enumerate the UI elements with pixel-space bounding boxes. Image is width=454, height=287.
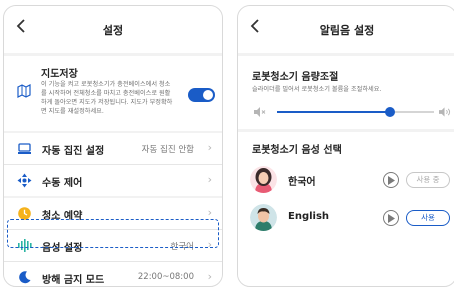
settings-item-value: 22:00~08:00 — [137, 272, 194, 282]
chevron-right-icon: › — [207, 206, 212, 219]
sound-settings-screen: 알림음 설정 로봇청소기 음량조절 슬라이더를 밀어서 로봇청소기 볼륨을 조절… — [237, 5, 454, 287]
play-sample-button[interactable] — [383, 172, 399, 188]
map-save-title: 지도저장 — [41, 69, 78, 80]
settings-item-manual-control[interactable]: 수동 제어 › — [4, 165, 222, 196]
map-save-description: 이 기능을 켜고 로봇청소기가 충전베이스에서 청소를 시작하여 전체청소를 마… — [41, 81, 173, 115]
page-title: 설정 — [102, 24, 124, 37]
volume-slider-fill — [277, 111, 391, 113]
settings-item-label: 수동 제어 — [42, 178, 83, 189]
moon-icon — [19, 271, 31, 284]
settings-item-label: 방해 금지 모드 — [42, 275, 105, 286]
man-avatar — [250, 204, 277, 231]
highlight-box — [7, 219, 219, 248]
dpad-icon — [17, 173, 32, 188]
voice-name: English — [288, 211, 330, 222]
map-save-toggle[interactable] — [188, 88, 215, 102]
woman-avatar — [250, 166, 277, 193]
speaker-low-icon — [254, 107, 266, 117]
sound-header: 알림음 설정 — [238, 6, 454, 53]
speaker-high-icon — [439, 107, 451, 117]
play-sample-button[interactable] — [383, 210, 399, 226]
settings-screen: 설정 지도저장 이 기능을 켜고 로봇청소기가 충전베이스에서 청소를 시작하여… — [3, 5, 223, 287]
in-use-button[interactable]: 사용 중 — [406, 172, 450, 188]
toggle-knob — [203, 90, 213, 100]
voice-option-korean[interactable]: 한국어 사용 중 — [238, 161, 454, 199]
play-icon — [388, 176, 395, 185]
chevron-right-icon: › — [207, 141, 212, 154]
chevron-right-icon: › — [207, 270, 212, 283]
settings-item-value: 자동 집진 안함 — [141, 145, 194, 155]
use-button[interactable]: 사용 — [406, 210, 450, 226]
voice-section-title: 로봇청소기 음성 선택 — [252, 145, 342, 156]
settings-item-label: 자동 집진 설정 — [42, 146, 105, 157]
dust-bin-icon — [18, 143, 31, 154]
voice-card: 로봇청소기 음성 선택 한국어 사용 중 English 사용 — [238, 132, 454, 286]
settings-header: 설정 — [4, 6, 222, 53]
page-title: 알림음 설정 — [319, 24, 375, 37]
voice-name: 한국어 — [288, 177, 316, 188]
volume-description: 슬라이더를 밀어서 로봇청소기 볼륨을 조절하세요. — [252, 86, 382, 93]
volume-slider[interactable] — [277, 107, 434, 117]
volume-card: 로봇청소기 음량조절 슬라이더를 밀어서 로봇청소기 볼륨을 조절하세요. — [238, 56, 454, 129]
settings-item-auto-dust[interactable]: 자동 집진 설정 자동 집진 안함 › — [4, 133, 222, 164]
map-save-card: 지도저장 이 기능을 켜고 로봇청소기가 충전베이스에서 청소를 시작하여 전체… — [4, 56, 222, 131]
voice-option-english[interactable]: English 사용 — [238, 199, 454, 237]
volume-title: 로봇청소기 음량조절 — [252, 72, 339, 83]
play-icon — [388, 214, 395, 223]
chevron-right-icon: › — [207, 173, 212, 186]
volume-slider-knob[interactable] — [385, 107, 396, 117]
map-icon — [17, 84, 31, 98]
